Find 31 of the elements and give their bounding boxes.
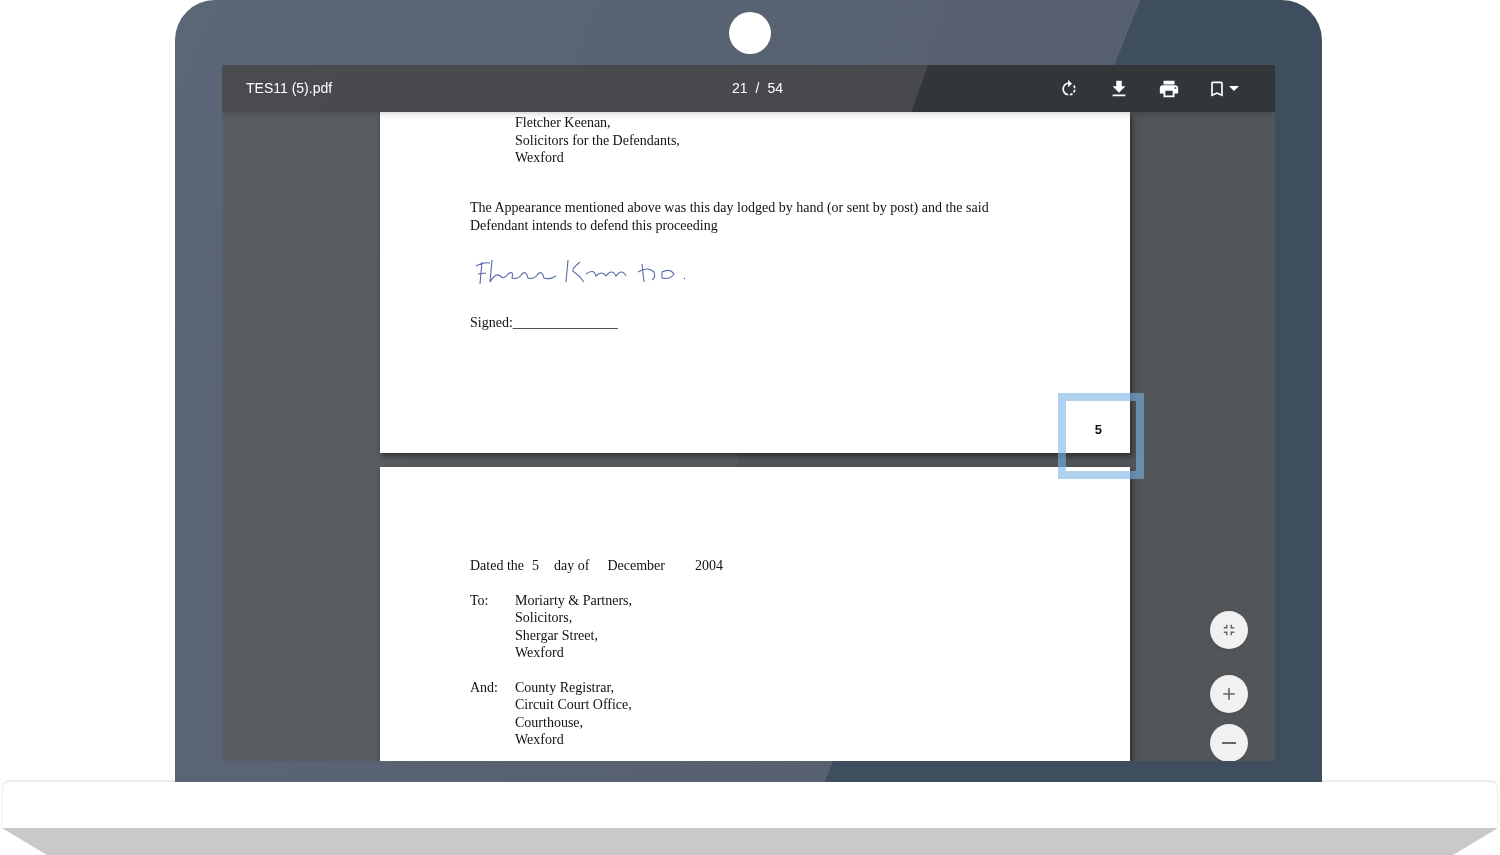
- zoom-out-button[interactable]: [1210, 724, 1248, 761]
- paragraph: The Appearance mentioned above was this day lodged by hand (or sent by post) and the said Defendant intends to defend this proceeding: [470, 198, 990, 235]
- zoom-in-button[interactable]: [1210, 675, 1248, 713]
- address-line: Solicitors,: [515, 609, 574, 627]
- page-number: 5: [1094, 421, 1102, 439]
- page-separator: /: [755, 79, 760, 98]
- address-line: Circuit Court Office,: [515, 696, 632, 714]
- date-label: day of: [554, 557, 590, 575]
- minus-icon: [1222, 742, 1236, 744]
- address-line: Fletcher Keenan,: [515, 114, 612, 132]
- signed-line: Signed:_______________: [470, 313, 619, 332]
- address-line: Moriarty & Partners,: [515, 591, 633, 609]
- total-pages: 54: [767, 79, 784, 98]
- address-line: County Registrar,: [515, 678, 615, 696]
- recipient-label: And:: [470, 678, 499, 697]
- file-name: TES11 (5).pdf: [246, 79, 334, 98]
- address-line: Shergar Street,: [515, 626, 599, 644]
- date-label: Dated the: [470, 557, 525, 575]
- camera: [729, 12, 771, 54]
- address-line: Courthouse,: [515, 713, 585, 731]
- date-day: 5: [532, 557, 540, 575]
- address-line: Wexford: [515, 731, 565, 749]
- address-line: Solicitors for the Defendants,: [515, 131, 681, 149]
- current-page[interactable]: 21: [732, 78, 748, 99]
- fit-page-button[interactable]: [1210, 611, 1248, 649]
- address-line: Wexford: [515, 644, 565, 662]
- address-line: Wexford: [515, 149, 565, 167]
- date-month: December: [607, 557, 665, 575]
- date-year: 2004: [694, 557, 723, 575]
- caret-icon: [1229, 86, 1239, 91]
- recipient-label: To:: [470, 591, 490, 610]
